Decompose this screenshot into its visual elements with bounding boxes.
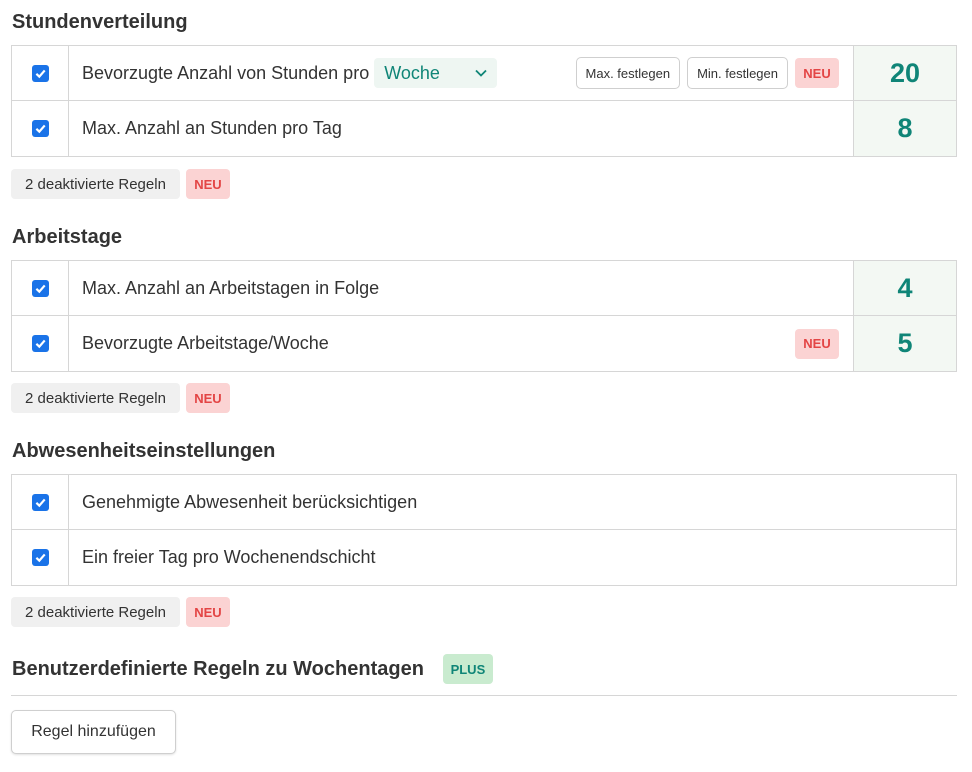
rule-label: Max. Anzahl an Stunden pro Tag bbox=[82, 118, 342, 138]
rule-row-max-hours-day: Max. Anzahl an Stunden pro Tag 8 bbox=[12, 101, 956, 156]
check-icon bbox=[35, 553, 46, 563]
rule-row-approved-absence: Genehmigte Abwesenheit berücksichtigen bbox=[12, 475, 956, 530]
new-badge: NEU bbox=[795, 58, 839, 88]
section-divider bbox=[11, 695, 957, 696]
new-badge: NEU bbox=[185, 169, 230, 199]
section-title-abwesenheit: Abwesenheitseinstellungen bbox=[12, 440, 276, 462]
check-icon bbox=[35, 284, 46, 293]
rule-value[interactable]: 5 bbox=[853, 316, 956, 371]
rule-value[interactable]: 8 bbox=[853, 101, 956, 156]
rules-table-stundenverteilung: Bevorzugte Anzahl von Stunden pro Woche … bbox=[11, 45, 957, 157]
rule-label: Ein freier Tag pro Wochenendschicht bbox=[82, 547, 376, 567]
rule-row-preferred-workdays: Bevorzugte Arbeitstage/Woche NEU 5 bbox=[12, 316, 956, 371]
rule-value[interactable]: 4 bbox=[853, 261, 956, 315]
check-icon bbox=[35, 69, 46, 78]
rule-row-free-day-weekend: Ein freier Tag pro Wochenendschicht bbox=[12, 530, 956, 585]
disabled-rules-arbeitstage: 2 deaktivierte Regeln NEU bbox=[11, 383, 230, 413]
rules-table-arbeitstage: Max. Anzahl an Arbeitstagen in Folge 4 B… bbox=[11, 260, 957, 372]
plus-badge: PLUS bbox=[442, 654, 493, 684]
rule-checkbox[interactable] bbox=[31, 279, 49, 297]
rule-checkbox[interactable] bbox=[31, 120, 49, 137]
add-rule-button[interactable]: Regel hinzufügen bbox=[11, 710, 176, 754]
rules-table-abwesenheit: Genehmigte Abwesenheit berücksichtigen E… bbox=[11, 474, 957, 586]
rule-checkbox[interactable] bbox=[31, 493, 49, 511]
custom-rules-title: Benutzerdefinierte Regeln zu Wochentagen bbox=[12, 657, 424, 680]
set-max-button[interactable]: Max. festlegen bbox=[575, 57, 681, 89]
rule-label: Bevorzugte Anzahl von Stunden pro bbox=[82, 62, 370, 83]
rule-checkbox[interactable] bbox=[31, 64, 49, 82]
period-select[interactable]: Woche bbox=[374, 58, 498, 88]
new-badge: NEU bbox=[185, 383, 230, 413]
disabled-rules-button[interactable]: 2 deaktivierte Regeln bbox=[11, 597, 180, 627]
check-icon bbox=[35, 498, 46, 507]
rule-label: Max. Anzahl an Arbeitstagen in Folge bbox=[82, 277, 380, 298]
rule-checkbox[interactable] bbox=[31, 549, 49, 566]
chevron-down-icon bbox=[475, 69, 487, 77]
section-title-arbeitstage: Arbeitstage bbox=[12, 226, 123, 248]
rule-row-preferred-hours: Bevorzugte Anzahl von Stunden pro Woche … bbox=[12, 46, 956, 101]
disabled-rules-abwesenheit: 2 deaktivierte Regeln NEU bbox=[11, 597, 230, 627]
new-badge: NEU bbox=[795, 328, 839, 359]
rule-checkbox[interactable] bbox=[31, 335, 49, 352]
rule-label: Genehmigte Abwesenheit berücksichtigen bbox=[82, 491, 418, 512]
disabled-rules-stundenverteilung: 2 deaktivierte Regeln NEU bbox=[11, 169, 230, 199]
check-icon bbox=[35, 124, 46, 134]
new-badge: NEU bbox=[185, 597, 230, 627]
period-select-value: Woche bbox=[384, 62, 440, 83]
rule-label: Bevorzugte Arbeitstage/Woche bbox=[82, 333, 329, 353]
rule-row-max-consecutive-days: Max. Anzahl an Arbeitstagen in Folge 4 bbox=[12, 261, 956, 316]
section-title-custom-rules: Benutzerdefinierte Regeln zu Wochentagen… bbox=[12, 654, 493, 684]
check-icon bbox=[35, 339, 46, 349]
set-min-button[interactable]: Min. festlegen bbox=[687, 57, 788, 89]
section-title-stundenverteilung: Stundenverteilung bbox=[12, 11, 188, 33]
disabled-rules-button[interactable]: 2 deaktivierte Regeln bbox=[11, 383, 180, 413]
rule-value[interactable]: 20 bbox=[853, 46, 956, 100]
disabled-rules-button[interactable]: 2 deaktivierte Regeln bbox=[11, 169, 180, 199]
